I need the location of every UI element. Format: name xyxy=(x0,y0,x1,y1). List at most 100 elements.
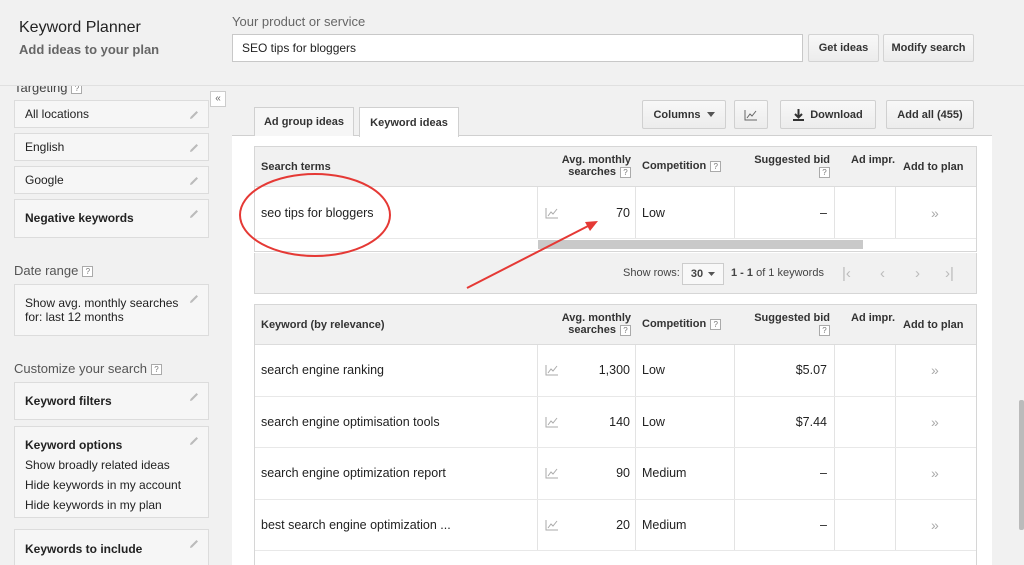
pencil-icon[interactable] xyxy=(188,538,200,550)
competition-column[interactable]: Competition? xyxy=(642,160,722,172)
page-scrollbar[interactable] xyxy=(1019,400,1024,530)
avg-monthly-searches-column[interactable]: Avg. monthly searches? xyxy=(555,312,631,336)
keyword-cell: search engine optimisation tools xyxy=(261,414,440,429)
bid-cell: $7.44 xyxy=(795,414,827,429)
tab-keyword-ideas[interactable]: Keyword ideas xyxy=(359,107,459,137)
competition-cell: Medium xyxy=(642,466,687,481)
add-to-plan-chevron-icon[interactable]: » xyxy=(931,345,939,396)
keyword-relevance-column[interactable]: Keyword (by relevance) xyxy=(261,319,385,331)
add-to-plan-chevron-icon[interactable]: » xyxy=(931,500,939,551)
modify-search-button[interactable]: Modify search xyxy=(883,34,974,62)
search-terms-column[interactable]: Search terms xyxy=(261,161,331,173)
pencil-icon[interactable] xyxy=(188,435,200,447)
tab-strip: Ad group ideas Keyword ideas Columns Dow… xyxy=(232,86,992,137)
get-ideas-button[interactable]: Get ideas xyxy=(808,34,879,62)
pencil-icon[interactable] xyxy=(188,293,200,305)
searches-cell: 1,300 xyxy=(598,363,630,378)
competition-cell: Low xyxy=(642,414,665,429)
bid-cell: – xyxy=(820,517,827,532)
network-setting[interactable]: Google xyxy=(14,166,209,194)
last-page-icon[interactable]: ›| xyxy=(945,265,954,282)
next-page-icon[interactable]: › xyxy=(915,265,920,282)
prev-page-icon[interactable]: ‹ xyxy=(880,265,885,282)
pencil-icon[interactable] xyxy=(188,142,200,154)
trend-chart-icon[interactable] xyxy=(545,416,559,428)
competition-column[interactable]: Competition? xyxy=(642,318,722,330)
keyword-ideas-header: Keyword (by relevance) Avg. monthly searc… xyxy=(255,305,976,345)
table-row[interactable]: best search engine optimization ... 20 M… xyxy=(255,499,976,551)
columns-button[interactable]: Columns xyxy=(642,100,726,129)
date-range-setting[interactable]: Show avg. monthly searches for: last 12 … xyxy=(14,284,209,336)
show-rows-label: Show rows: xyxy=(623,267,680,279)
searches-cell: 140 xyxy=(609,414,630,429)
tab-ad-group-ideas[interactable]: Ad group ideas xyxy=(254,107,354,136)
keyword-cell: best search engine optimization ... xyxy=(261,517,451,532)
product-input[interactable] xyxy=(232,34,803,62)
add-to-plan-chevron-icon[interactable]: » xyxy=(931,187,939,238)
table-row[interactable]: search engine ranking 1,300 Low $5.07 » xyxy=(255,345,976,397)
table-row[interactable]: seo tips for bloggers 70 Low – » xyxy=(255,187,976,239)
pencil-icon[interactable] xyxy=(188,109,200,121)
suggested-bid-column[interactable]: Suggested bid? xyxy=(740,312,830,336)
download-button[interactable]: Download xyxy=(780,100,876,129)
help-icon[interactable]: ? xyxy=(819,166,830,178)
add-to-plan-column: Add to plan xyxy=(903,319,964,331)
table-row[interactable]: search engine optimization report 90 Med… xyxy=(255,448,976,500)
help-icon[interactable]: ? xyxy=(150,364,162,376)
help-icon[interactable]: ? xyxy=(82,266,94,278)
add-to-plan-chevron-icon[interactable]: » xyxy=(931,448,939,499)
keyword-options-setting[interactable]: Keyword options Show broadly related ide… xyxy=(14,426,209,518)
competition-cell: Low xyxy=(642,363,665,378)
bid-cell: – xyxy=(820,466,827,481)
pencil-icon[interactable] xyxy=(188,208,200,220)
language-setting[interactable]: English xyxy=(14,133,209,161)
keyword-rows: search engine ranking 1,300 Low $5.07 » … xyxy=(255,345,976,551)
pencil-icon[interactable] xyxy=(188,175,200,187)
trend-chart-icon[interactable] xyxy=(545,207,559,219)
negative-keywords-setting[interactable]: Negative keywords xyxy=(14,199,209,238)
searches-cell: 90 xyxy=(616,466,630,481)
keyword-filters-setting[interactable]: Keyword filters xyxy=(14,382,209,420)
keywords-to-include-setting[interactable]: Keywords to include xyxy=(14,529,209,565)
help-icon[interactable]: ? xyxy=(71,86,83,95)
add-to-plan-chevron-icon[interactable]: » xyxy=(931,397,939,448)
add-all-button[interactable]: Add all (455) xyxy=(886,100,974,129)
searches-cell: 20 xyxy=(616,517,630,532)
trend-chart-icon[interactable] xyxy=(545,364,559,376)
add-to-plan-column: Add to plan xyxy=(903,161,964,173)
help-icon[interactable]: ? xyxy=(620,324,631,336)
dropdown-arrow-icon xyxy=(708,272,716,276)
app-title: Keyword Planner xyxy=(19,19,141,36)
ad-impr-column[interactable]: Ad impr. xyxy=(851,312,895,324)
horizontal-scrollbar[interactable] xyxy=(538,240,863,249)
collapse-sidebar-button[interactable]: « xyxy=(210,91,226,107)
avg-monthly-searches-column[interactable]: Avg. monthly searches? xyxy=(555,154,631,178)
bid-cell: $5.07 xyxy=(795,363,827,378)
pencil-icon[interactable] xyxy=(188,391,200,403)
pagination-bar: Show rows: 30 1 - 1 of 1 keywords |‹ ‹ ›… xyxy=(254,253,977,294)
help-icon[interactable]: ? xyxy=(819,324,830,336)
suggested-bid-column[interactable]: Suggested bid? xyxy=(740,154,830,178)
rows-per-page-select[interactable]: 30 xyxy=(682,263,724,285)
table-row[interactable]: search engine optimisation tools 140 Low… xyxy=(255,396,976,448)
competition-cell: Medium xyxy=(642,517,687,532)
help-icon[interactable]: ? xyxy=(710,160,722,172)
sidebar: Targeting? « All locations English Googl… xyxy=(0,86,230,565)
keyword-cell: seo tips for bloggers xyxy=(261,205,374,220)
first-page-icon[interactable]: |‹ xyxy=(842,265,851,282)
help-icon[interactable]: ? xyxy=(710,318,722,330)
customize-search-label: Customize your search? xyxy=(14,361,162,376)
top-header: Keyword Planner Add ideas to your plan Y… xyxy=(0,0,1024,86)
bid-cell: – xyxy=(820,205,827,220)
page-range: 1 - 1 of 1 keywords xyxy=(731,267,824,279)
keyword-ideas-table: Keyword (by relevance) Avg. monthly searc… xyxy=(254,304,977,565)
ad-impr-column[interactable]: Ad impr. xyxy=(851,154,895,166)
keyword-cell: search engine optimization report xyxy=(261,466,446,481)
trend-chart-icon[interactable] xyxy=(545,467,559,479)
locations-setting[interactable]: All locations xyxy=(14,100,209,128)
trend-chart-icon xyxy=(744,109,757,120)
help-icon[interactable]: ? xyxy=(620,166,631,178)
trend-chart-icon[interactable] xyxy=(545,519,559,531)
download-icon xyxy=(793,108,805,121)
chart-toggle-button[interactable] xyxy=(734,100,768,129)
